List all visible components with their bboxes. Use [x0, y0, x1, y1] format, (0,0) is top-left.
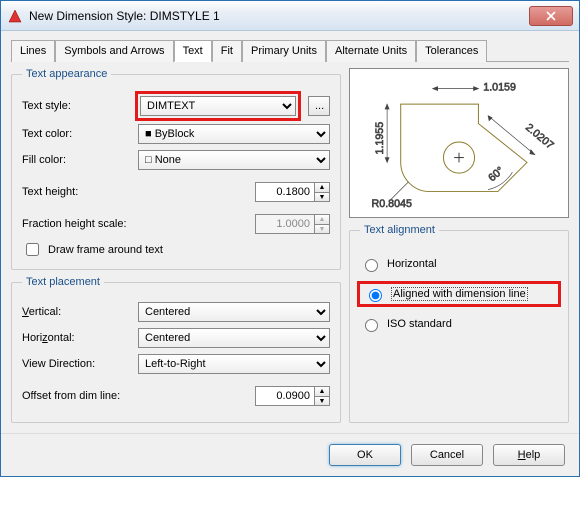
- offset-down[interactable]: ▼: [314, 396, 330, 406]
- tab-tolerances[interactable]: Tolerances: [416, 40, 487, 62]
- fill-color-select[interactable]: □ None: [138, 150, 330, 170]
- dim-right: 2.0207: [523, 122, 556, 152]
- view-direction-select[interactable]: Left-to-Right: [138, 354, 330, 374]
- tab-symbols-arrows[interactable]: Symbols and Arrows: [55, 40, 173, 62]
- text-height-label: Text height:: [22, 186, 132, 198]
- ok-button[interactable]: OK: [329, 444, 401, 466]
- dialog-footer: OK Cancel Help: [1, 433, 579, 476]
- text-color-label: Text color:: [22, 128, 132, 140]
- draw-frame-label: Draw frame around text: [48, 244, 163, 256]
- offset-up[interactable]: ▲: [314, 386, 330, 396]
- titlebar: New Dimension Style: DIMSTYLE 1: [1, 1, 579, 31]
- offset-label: Offset from dim line:: [22, 390, 152, 402]
- app-icon: [7, 8, 23, 24]
- fraction-scale-up: ▲: [314, 214, 330, 224]
- fraction-scale-input: [255, 214, 315, 234]
- align-horizontal-radio[interactable]: [365, 259, 378, 272]
- text-height-input[interactable]: [255, 182, 315, 202]
- fraction-scale-label: Fraction height scale:: [22, 218, 152, 230]
- horizontal-select[interactable]: Centered: [138, 328, 330, 348]
- close-button[interactable]: [529, 6, 573, 26]
- help-button[interactable]: Help: [493, 444, 565, 466]
- horizontal-label: Horizontal:: [22, 332, 132, 344]
- dim-top: 1.0159: [483, 82, 516, 94]
- align-horizontal-label: Horizontal: [387, 258, 437, 270]
- text-style-browse-button[interactable]: ...: [308, 96, 330, 116]
- dimension-preview: 1.0159 1.1955 2.0207 60° R0.8045: [349, 68, 569, 218]
- tab-body: Text appearance Text style: DIMTEXT ... …: [1, 62, 579, 433]
- tab-fit[interactable]: Fit: [212, 40, 242, 62]
- fraction-scale-down: ▼: [314, 224, 330, 234]
- text-alignment-group: Text alignment Horizontal Aligned with d…: [349, 224, 569, 423]
- text-height-down[interactable]: ▼: [314, 192, 330, 202]
- dim-angle: 60°: [486, 165, 506, 185]
- text-alignment-legend: Text alignment: [360, 224, 439, 236]
- align-iso-radio[interactable]: [365, 319, 378, 332]
- tab-primary-units[interactable]: Primary Units: [242, 40, 326, 62]
- align-aligned-label: Aligned with dimension line: [391, 287, 528, 301]
- draw-frame-checkbox[interactable]: [26, 243, 39, 256]
- tab-alternate-units[interactable]: Alternate Units: [326, 40, 416, 62]
- text-style-select[interactable]: DIMTEXT: [140, 96, 296, 116]
- align-aligned-radio[interactable]: [369, 289, 382, 302]
- window-title: New Dimension Style: DIMSTYLE 1: [29, 9, 529, 23]
- fill-color-label: Fill color:: [22, 154, 132, 166]
- text-appearance-legend: Text appearance: [22, 68, 111, 80]
- cancel-button[interactable]: Cancel: [411, 444, 483, 466]
- text-style-label: Text style:: [22, 100, 132, 112]
- align-iso-label: ISO standard: [387, 318, 452, 330]
- tab-strip: Lines Symbols and Arrows Text Fit Primar…: [11, 39, 569, 62]
- text-color-select[interactable]: ■ ByBlock: [138, 124, 330, 144]
- dim-left: 1.1955: [374, 122, 386, 155]
- view-direction-label: View Direction:: [22, 358, 132, 370]
- text-placement-legend: Text placement: [22, 276, 104, 288]
- offset-input[interactable]: [255, 386, 315, 406]
- vertical-label: Vertical:: [22, 306, 132, 318]
- tab-lines[interactable]: Lines: [11, 40, 55, 62]
- dim-radius: R0.8045: [372, 198, 412, 210]
- text-appearance-group: Text appearance Text style: DIMTEXT ... …: [11, 68, 341, 270]
- text-placement-group: Text placement Vertical: Centered Horizo…: [11, 276, 341, 423]
- tab-text[interactable]: Text: [174, 40, 212, 62]
- text-height-up[interactable]: ▲: [314, 182, 330, 192]
- vertical-select[interactable]: Centered: [138, 302, 330, 322]
- dialog-window: New Dimension Style: DIMSTYLE 1 Lines Sy…: [0, 0, 580, 477]
